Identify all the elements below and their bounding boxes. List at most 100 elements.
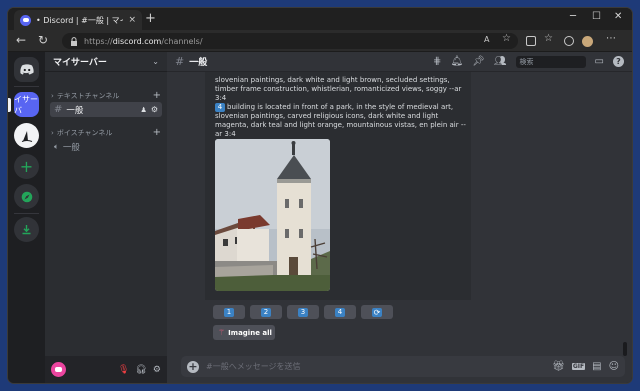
headphones-icon[interactable]: 🎧︎	[135, 365, 146, 375]
maximize-button[interactable]: ☐	[592, 11, 601, 22]
upscale-1-button[interactable]: 1	[213, 305, 245, 319]
lock-icon	[71, 36, 77, 46]
reroll-button[interactable]: ⟳	[361, 305, 393, 319]
favorite-icon[interactable]: ☆	[502, 33, 512, 44]
category-text-channels[interactable]: › テキストチャンネル +	[51, 90, 161, 101]
imagine-all-button[interactable]: ⚚ Imagine all	[213, 325, 275, 340]
server-name: マイサーバー	[53, 58, 107, 68]
new-tab-button[interactable]: +	[145, 12, 156, 25]
profile-avatar[interactable]	[582, 36, 593, 47]
channel-label: 一般	[66, 105, 84, 116]
create-channel-icon[interactable]: +	[153, 90, 161, 101]
divider	[14, 213, 39, 214]
download-apps-icon[interactable]	[14, 217, 39, 242]
keycap-1-icon: 1	[224, 307, 234, 317]
threads-icon[interactable]: ⋕	[433, 56, 441, 67]
chevron-down-icon: ›	[51, 91, 54, 100]
tab-title: • Discord | #一般 | マイサーバー	[36, 15, 123, 25]
keycap-3-icon: 3	[298, 307, 308, 317]
members-icon[interactable]: 👥︎	[494, 56, 507, 67]
category-label: テキストチャンネル	[56, 91, 120, 100]
gif-icon[interactable]: GIF	[571, 363, 586, 370]
channel-label: 一般	[62, 142, 80, 153]
selected-server-pill	[8, 98, 11, 112]
discord-favicon-icon	[20, 14, 31, 26]
reroll-icon: ⟳	[372, 307, 382, 317]
upscale-2-button[interactable]: 2	[250, 305, 282, 319]
settings-gear-icon[interactable]: ⚙	[153, 365, 161, 375]
upscale-button-row: 1 2 3 4 ⟳	[213, 305, 393, 319]
channel-sidebar: マイサーバー ⌄ › テキストチャンネル + # 一般 ♟ ⚙ › ボイスチャン…	[45, 52, 167, 383]
church-tower-image	[215, 139, 330, 291]
message-composer: + 🎁︎ GIF ▤ ☺	[181, 356, 625, 377]
more-menu-icon[interactable]: ⋯	[606, 33, 616, 44]
favorites-bar-icon[interactable]: ☆	[544, 33, 554, 44]
extensions-icon[interactable]	[526, 36, 536, 46]
tab-bar: • Discord | #一般 | マイサーバー × + ─ ☐ ✕	[8, 8, 632, 30]
address-bar[interactable]: https://discord.com/channels/	[62, 33, 518, 49]
explore-servers-icon[interactable]	[14, 184, 39, 209]
server-icon-my-server[interactable]: イサーバ	[14, 92, 39, 117]
bell-icon[interactable]: 🔔︎	[450, 56, 463, 67]
chat-scrollbar[interactable]	[623, 342, 627, 356]
midjourney-server-icon[interactable]	[14, 123, 39, 148]
avatar[interactable]	[51, 362, 66, 377]
browser-window: • Discord | #一般 | マイサーバー × + ─ ☐ ✕ ← ↻ h…	[8, 8, 632, 383]
browser-tab[interactable]: • Discord | #一般 | マイサーバー ×	[14, 10, 142, 30]
url-text: https://discord.com/channels/	[84, 36, 203, 46]
server-header[interactable]: マイサーバー ⌄	[45, 52, 167, 72]
refresh-icon[interactable]: ↻	[38, 33, 48, 48]
chevron-down-icon: ›	[51, 128, 54, 137]
speaker-icon: 🔈︎	[54, 141, 59, 151]
help-icon[interactable]: ?	[613, 56, 624, 67]
discord-app: イサーバ + マイサーバー ⌄ › テキストチャンネル + # 一般 ♟ ⚙ ›…	[8, 52, 632, 383]
prompt-4-body: building is located in front of a park, …	[215, 103, 466, 138]
generated-image[interactable]	[215, 139, 330, 291]
address-toolbar: ← ↻ https://discord.com/channels/ A ☆ ☆ …	[8, 30, 632, 52]
emoji-icon[interactable]: ☺	[609, 361, 619, 372]
add-attachment-icon[interactable]: +	[187, 360, 199, 373]
gift-icon[interactable]: 🎁︎	[552, 361, 565, 372]
back-icon[interactable]: ←	[16, 33, 26, 48]
user-panel: 🎙︎ 🎧︎ ⚙	[45, 356, 167, 383]
browser-essentials-icon[interactable]	[564, 36, 574, 46]
keycap-2-icon: 2	[261, 307, 271, 317]
message-input[interactable]	[206, 362, 546, 371]
imagine-all-label: Imagine all	[228, 328, 272, 337]
upscale-3-button[interactable]: 3	[287, 305, 319, 319]
upscale-4-button[interactable]: 4	[324, 305, 356, 319]
previous-prompt-text: slovenian paintings, dark white and ligh…	[215, 76, 462, 102]
channel-item-general[interactable]: # 一般 ♟ ⚙	[50, 102, 162, 117]
category-label: ボイスチャンネル	[56, 128, 113, 137]
chevron-down-icon: ⌄	[152, 57, 159, 66]
mute-icon[interactable]: 🎙︎	[118, 365, 129, 375]
channel-title: 一般	[189, 58, 208, 68]
discord-logo-icon	[55, 367, 62, 372]
voice-channel-general[interactable]: 🔈︎ 一般	[50, 139, 162, 154]
category-voice-channels[interactable]: › ボイスチャンネル +	[51, 127, 161, 138]
minimize-button[interactable]: ─	[570, 11, 576, 22]
hashtag-icon: #	[54, 104, 63, 115]
close-window-button[interactable]: ✕	[614, 11, 622, 22]
keycap-4-icon: 4	[215, 103, 225, 112]
invite-icon[interactable]: ♟	[141, 106, 147, 114]
channel-header: # 一般 ⋕ 🔔︎ 📌︎ 👥︎ 検索 ▭ ?	[167, 52, 632, 72]
divider	[14, 86, 39, 87]
prompt-4-text: 4 building is located in front of a park,…	[215, 103, 470, 139]
close-tab-icon[interactable]: ×	[128, 15, 136, 25]
gear-icon[interactable]: ⚙	[151, 105, 158, 114]
server-abbreviation: イサーバ	[14, 94, 38, 115]
read-aloud-icon[interactable]: A	[484, 35, 494, 45]
add-server-icon[interactable]: +	[14, 154, 39, 179]
bot-message: slovenian paintings, dark white and ligh…	[205, 72, 471, 300]
create-channel-icon[interactable]: +	[153, 127, 161, 138]
inbox-icon[interactable]: ▭	[595, 56, 604, 67]
sticker-icon[interactable]: ▤	[592, 361, 601, 372]
discord-home-icon[interactable]	[14, 57, 39, 82]
keycap-4-icon: 4	[335, 307, 345, 317]
chat-area: # 一般 ⋕ 🔔︎ 📌︎ 👥︎ 検索 ▭ ? slovenian paintin…	[167, 52, 632, 383]
pin-icon[interactable]: 📌︎	[472, 56, 485, 67]
server-list: イサーバ +	[8, 52, 45, 383]
magic-wand-icon: ⚚	[218, 328, 226, 337]
search-input[interactable]: 検索	[515, 55, 586, 68]
